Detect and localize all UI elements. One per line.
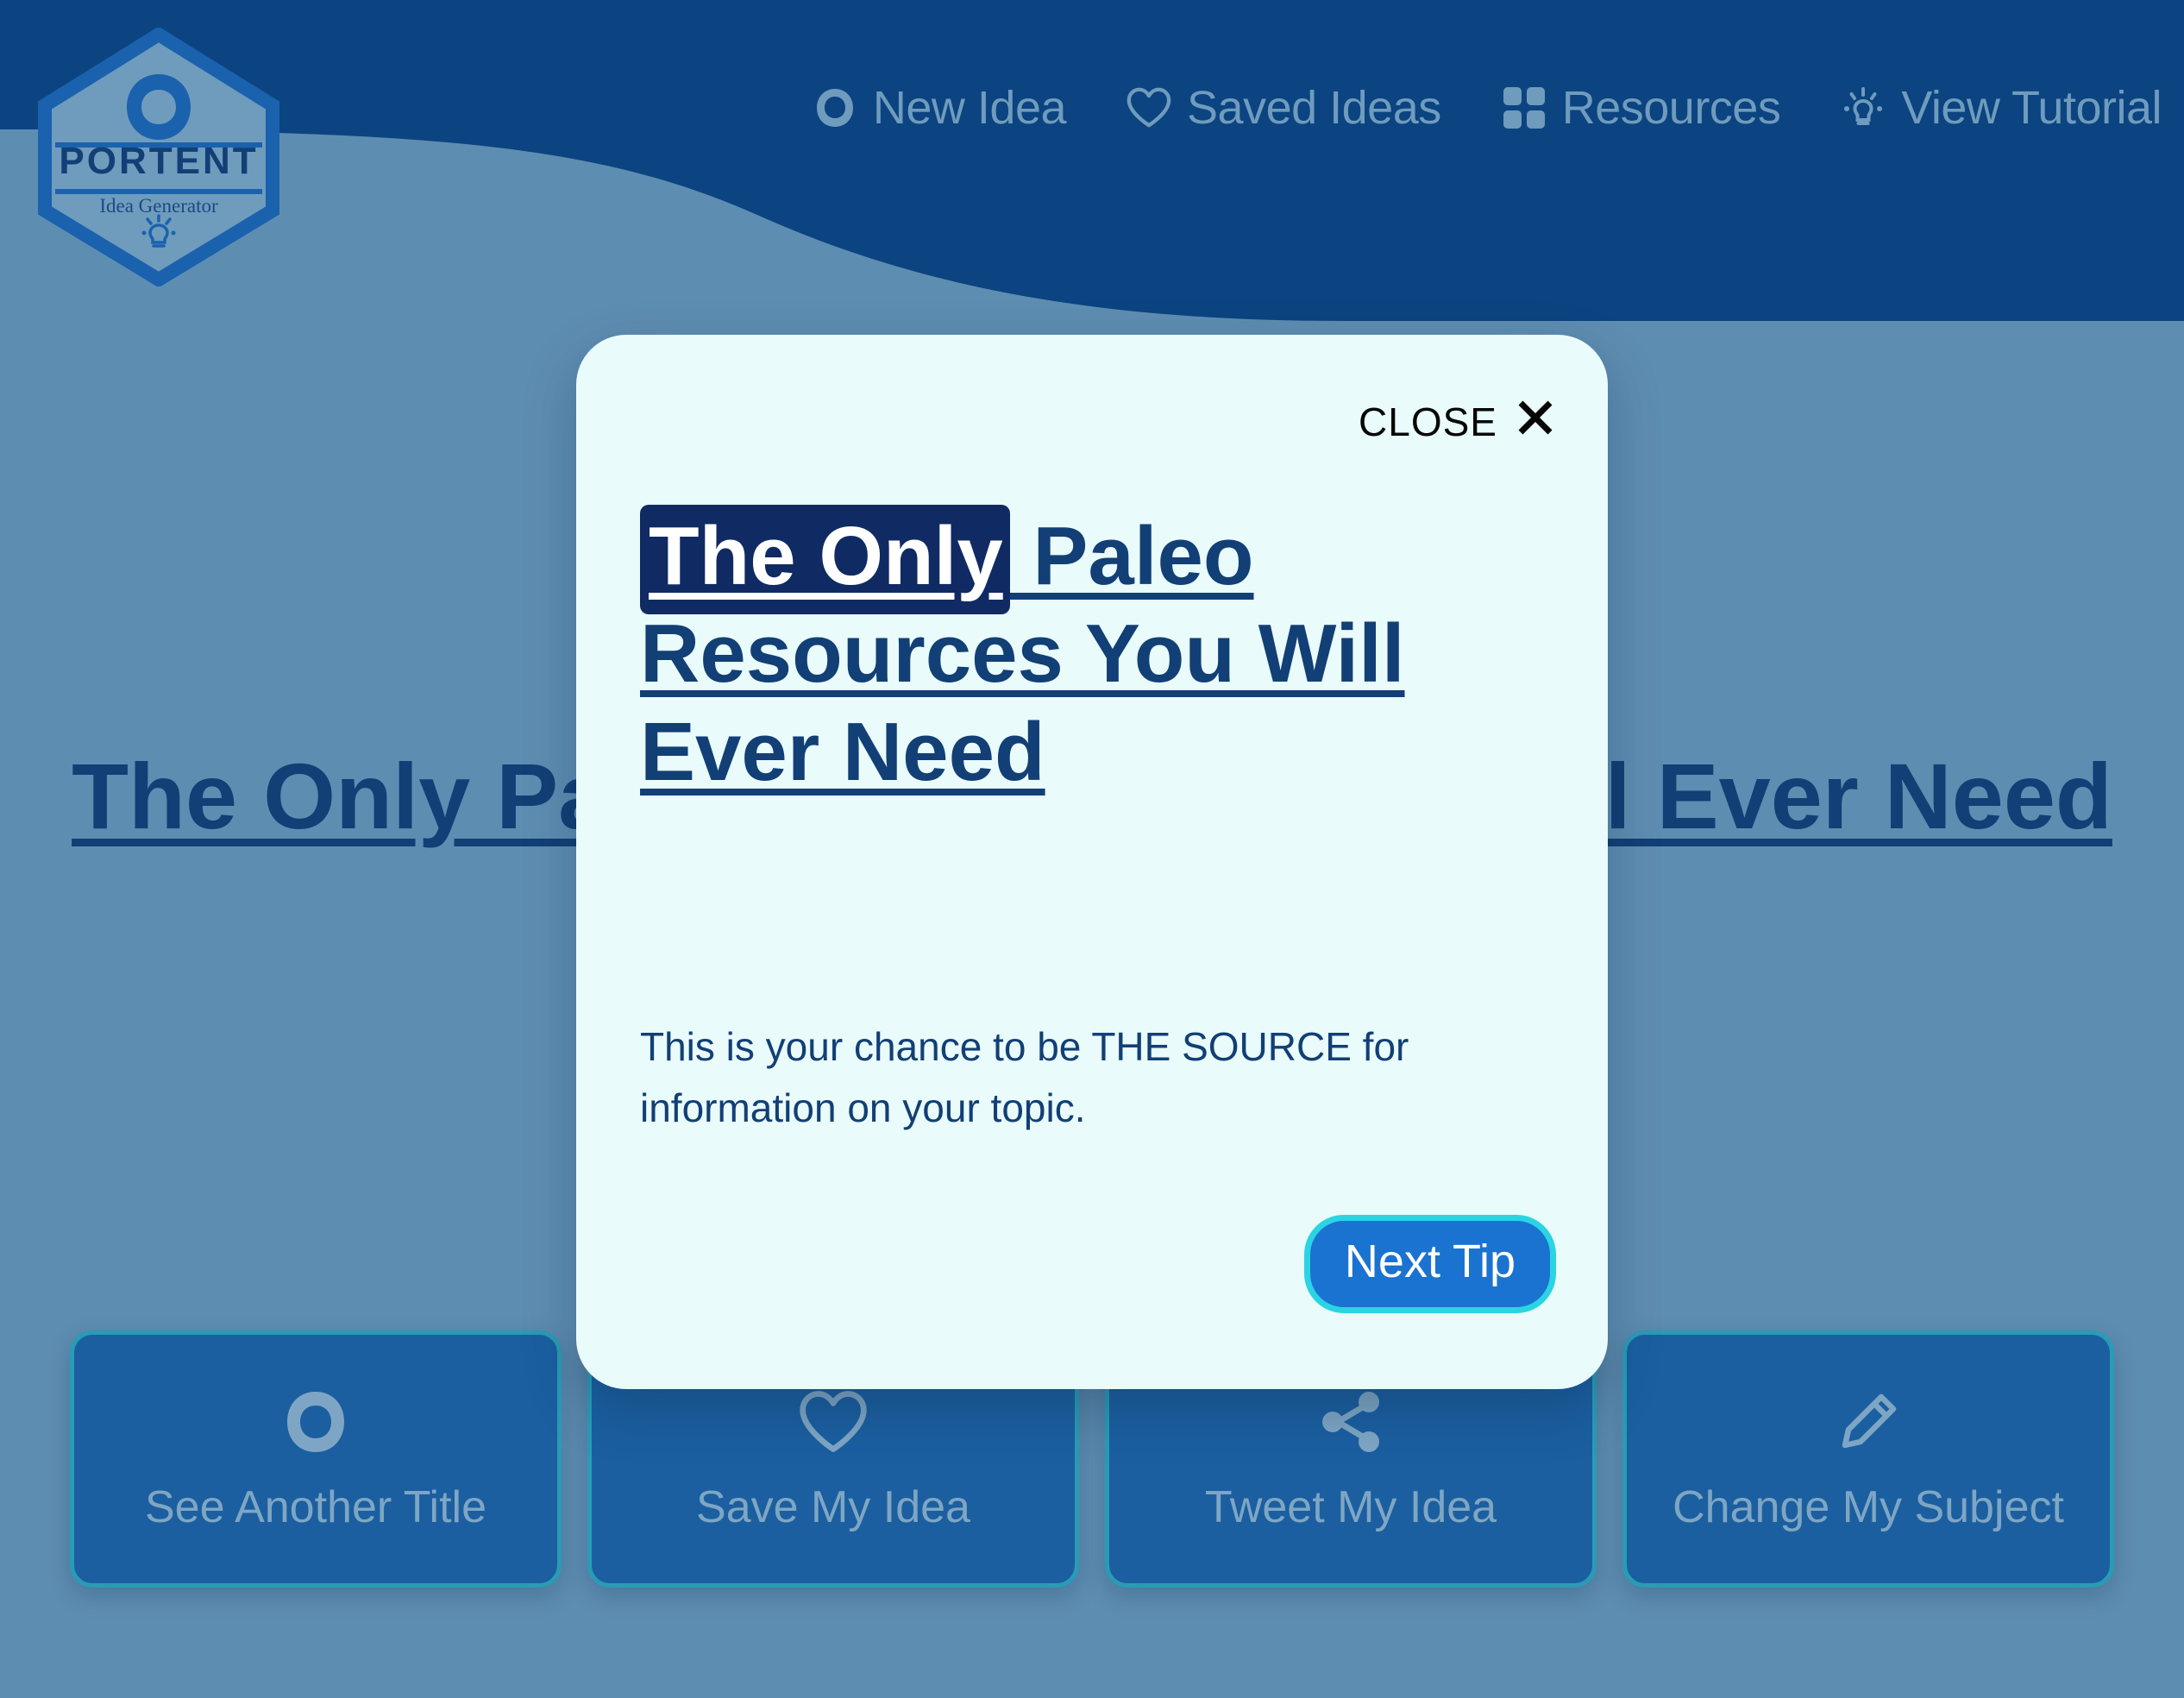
close-button-label: CLOSE — [1359, 399, 1497, 444]
modal-body-text: This is your chance to be THE SOURCE for… — [640, 1024, 1409, 1131]
next-tip-button[interactable]: Next Tip — [1303, 1214, 1556, 1313]
modal-title-highlight: The Only — [640, 505, 1010, 614]
tutorial-modal-overlay: CLOSE The Only Paleo Resources You Will … — [0, 0, 2184, 1698]
close-button[interactable]: CLOSE — [1359, 395, 1558, 448]
tutorial-modal: CLOSE The Only Paleo Resources You Will … — [576, 335, 1608, 1389]
app-root: New Idea Saved Ideas Resources View Tuto… — [0, 0, 2184, 1698]
modal-title: The Only Paleo Resources You Will Ever N… — [640, 505, 1511, 801]
close-x-icon — [1513, 395, 1558, 448]
